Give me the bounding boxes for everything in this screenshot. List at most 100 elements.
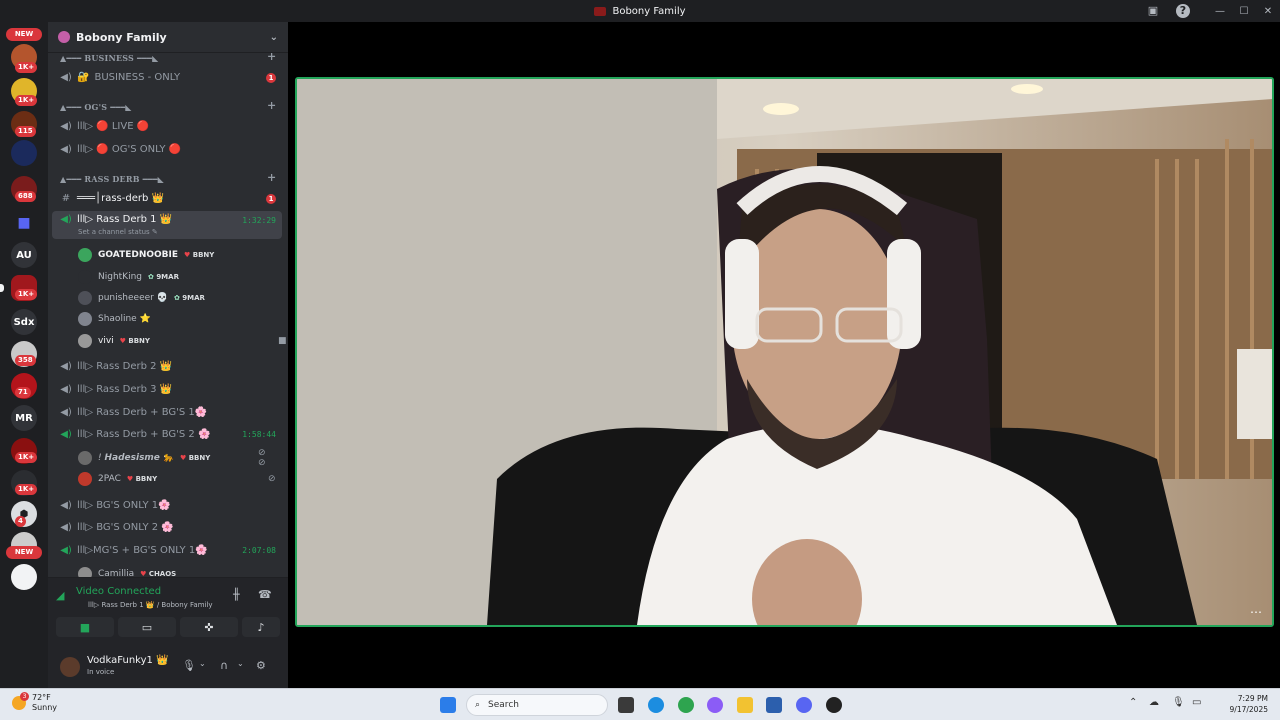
avatar [78,472,92,486]
server-icon[interactable] [11,140,37,166]
inbox-icon[interactable]: ▣ [1146,4,1160,18]
username[interactable]: VodkaFunky1 👑 [87,655,169,666]
voice-location[interactable]: lll▷ Rass Derb 1 👑 / Bobony Family [88,601,213,609]
windows-start-icon[interactable] [440,697,456,713]
speaker-icon: ◀) [60,500,72,511]
mute-icon: ⊘ [268,474,276,484]
voice-user[interactable]: NightKing ✿ 9MAR [78,268,179,286]
avatar [78,312,92,326]
speaker-icon: ◀) [60,214,72,225]
server-sdx[interactable]: Sdx [11,309,37,335]
headphones-icon[interactable]: ∩ [220,659,228,672]
category-ogs[interactable]: ▲━━━ OG'S ━━━◣ + [60,99,276,112]
hashtag-icon: # [61,193,71,204]
camera-button[interactable]: ■ [56,617,114,637]
speaker-icon: ◀) [60,407,72,418]
voice-user[interactable]: Shaoline ⭐ [78,310,151,328]
app-icon[interactable] [826,697,842,713]
mention-badge: 1K+ [15,452,38,463]
chevron-up-icon[interactable]: ⌃ [1129,697,1137,708]
avatar [78,291,92,305]
folder-icon[interactable]: ■ [11,210,37,236]
webcam-image [297,79,1272,625]
mention-badge: 1K+ [15,484,38,495]
voice-timer: 1:58:44 [242,430,276,439]
noise-suppression-icon[interactable]: ╫ [233,588,240,601]
video-feed[interactable]: ⋯ [295,77,1274,627]
channel-rass-derb-text[interactable]: # ═══│rass-derb 👑 1 [52,188,282,209]
server-mr[interactable]: MR [11,405,37,431]
channel-rass-derb-3[interactable]: ◀) lll▷ Rass Derb 3 👑 [52,379,282,400]
avatar [78,451,92,465]
store-icon[interactable] [766,697,782,713]
edge-icon[interactable] [648,697,664,713]
avatar [78,270,92,284]
screen-share-button[interactable]: ▭ [118,617,176,637]
add-channel-icon[interactable]: + [267,171,276,184]
minimize-button[interactable]: — [1208,6,1232,17]
add-channel-icon[interactable]: + [267,50,276,63]
clock[interactable]: 7:29 PM 9/17/2025 [1208,693,1268,715]
mention-badge: 1K+ [15,289,38,300]
avatar[interactable] [60,657,80,677]
channel-rass-bg1[interactable]: ◀) lll▷ Rass Derb + BG'S 1🌸 [52,402,282,423]
channel-rass-derb-2[interactable]: ◀) lll▷ Rass Derb 2 👑 [52,356,282,377]
category-business[interactable]: ▲━━━ BUSINESS ━━━◣ + [60,50,276,63]
server-icon[interactable] [11,564,37,590]
user-panel: VodkaFunky1 👑 In voice 🎙 ⌄ ∩ ⌄ ⚙ [48,647,288,688]
speaker-icon: ◀) [60,429,72,440]
more-options-icon[interactable]: ⋯ [1250,605,1262,619]
sun-icon: 3 [12,692,29,710]
maximize-button[interactable]: ☐ [1232,6,1256,17]
channel-bgs-only-2[interactable]: ◀) lll▷ BG'S ONLY 2 🌸 [52,517,282,538]
avatar [78,334,92,348]
search-icon: ⌕ [475,700,481,710]
server-header[interactable]: Bobony Family ⌄ [48,22,288,53]
category-rass-derb[interactable]: ▲━━━ RASS DERB ━━━◣ + [60,171,276,184]
discord-icon[interactable] [796,697,812,713]
copilot-icon[interactable] [707,697,723,713]
voice-user[interactable]: 2PAC ♥ BBNY ⊘ [78,470,276,488]
user-status: In voice [87,668,115,676]
speaker-icon: ◀) [60,72,72,83]
voice-user[interactable]: punisheeeer 💀 ✿ 9MAR [78,289,205,307]
weather-widget[interactable]: 3 72°F Sunny [12,692,57,713]
cloud-icon[interactable]: ☁ [1149,697,1159,708]
soundboard-button[interactable]: ♪ [242,617,280,637]
mention-badge: 358 [15,355,36,366]
avatar [78,248,92,262]
clock-time: 7:29 PM [1237,694,1268,703]
voice-user[interactable]: vivi ♥ BBNY ■ [78,332,287,350]
voice-user[interactable]: ! 𝙃𝙖𝙙𝙚𝙨𝙞𝙨𝙢𝙚 🐆 ♥ BBNY ⊘ ⊘ [78,448,266,468]
microphone-icon[interactable]: 🎙 [1172,697,1185,708]
voice-connected-label[interactable]: Video Connected [76,586,161,597]
network-icon[interactable]: ▭ [1192,697,1201,708]
channel-business-only[interactable]: ◀) 🔐 BUSINESS - ONLY 1 [52,67,282,88]
help-icon[interactable]: ? [1176,4,1190,18]
channel-ogs-only[interactable]: ◀) lll▷ 🔴 OG'S ONLY 🔴 [52,139,282,160]
activity-button[interactable]: ✜ [180,617,238,637]
disconnect-icon[interactable]: ☎ [258,588,272,601]
channel-rass-derb-1[interactable]: ◀) lll▷ Rass Derb 1 👑 1:32:29 Set a chann… [52,211,282,239]
task-view-icon[interactable] [618,697,634,713]
file-explorer-icon[interactable] [737,697,753,713]
new-badge: NEW [6,28,42,41]
channel-bgs-only-1[interactable]: ◀) lll▷ BG'S ONLY 1🌸 [52,495,282,516]
close-button[interactable]: ✕ [1256,6,1280,17]
channel-mgs-bgs-1[interactable]: ◀) lll▷MG'S + BG'S ONLY 1🌸 2:07:08 [52,540,282,561]
mention-badge: 1K+ [15,62,38,73]
channel-rass-bg2[interactable]: ◀) lll▷ Rass Derb + BG'S 2 🌸 1:58:44 [52,424,282,445]
chevron-down-icon[interactable]: ⌄ [237,659,244,668]
voice-user[interactable]: GOATEDNOOBIE ♥ BBNY [78,246,214,264]
notification-badge: 3 [20,692,29,701]
chrome-icon[interactable] [678,697,694,713]
server-au[interactable]: AU [11,242,37,268]
server-rail: NEW 1K+ 1K+ 115 688 ■ AU 1K+ Sdx 358 71 … [0,22,48,688]
channel-live[interactable]: ◀) lll▷ 🔴 LIVE 🔴 [52,116,282,137]
chevron-down-icon[interactable]: ⌄ [199,659,206,668]
taskbar-search[interactable]: ⌕ Search [466,694,608,716]
microphone-icon[interactable]: 🎙 [182,659,196,672]
channel-status[interactable]: Set a channel status ✎ [78,228,158,236]
gear-icon[interactable]: ⚙ [256,659,266,672]
add-channel-icon[interactable]: + [267,99,276,112]
